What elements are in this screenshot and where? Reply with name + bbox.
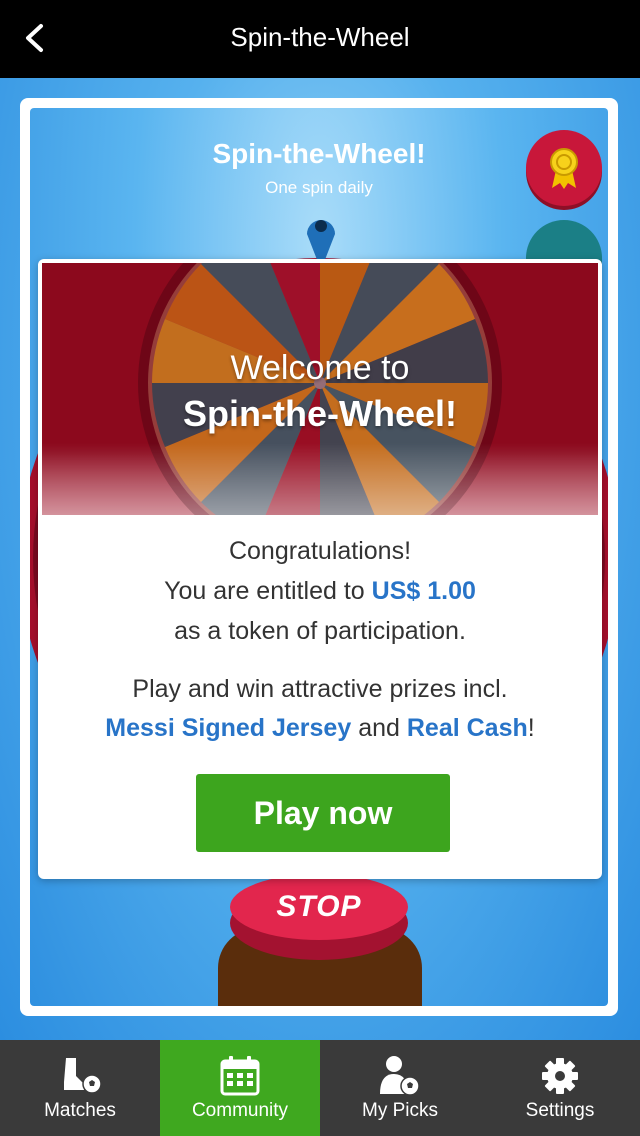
tab-matches-label: Matches bbox=[44, 1100, 116, 1121]
awards-button[interactable] bbox=[526, 130, 602, 206]
tab-settings[interactable]: Settings bbox=[480, 1040, 640, 1136]
game-title: Spin-the-Wheel! bbox=[212, 138, 426, 169]
prize-cash-link[interactable]: Real Cash bbox=[407, 714, 528, 742]
stop-button[interactable]: STOP bbox=[230, 874, 408, 940]
tab-matches[interactable]: Matches bbox=[0, 1040, 160, 1136]
play-now-button[interactable]: Play now bbox=[196, 774, 450, 852]
entitled-text: You are entitled to US$ 1.00 bbox=[38, 577, 602, 606]
banner-title-text: Spin-the-Wheel! bbox=[183, 393, 457, 434]
tab-my-picks[interactable]: My Picks bbox=[320, 1040, 480, 1136]
welcome-banner: Welcome to Spin-the-Wheel! bbox=[42, 263, 598, 515]
page-title: Spin-the-Wheel bbox=[230, 22, 410, 52]
cleat-ball-icon bbox=[64, 1058, 102, 1094]
tab-community[interactable]: Community bbox=[160, 1040, 320, 1136]
tab-community-label: Community bbox=[191, 1100, 289, 1121]
and-text: and bbox=[351, 714, 407, 742]
prize-jersey-link[interactable]: Messi Signed Jersey bbox=[105, 714, 351, 742]
welcome-dialog: Welcome to Spin-the-Wheel! Congratulatio… bbox=[38, 259, 602, 879]
game-subtitle: One spin daily bbox=[265, 178, 373, 197]
tab-settings-label: Settings bbox=[525, 1100, 595, 1121]
bottom-tab-bar: Matches Community My Picks Settings bbox=[0, 1040, 640, 1136]
reward-amount: US$ 1.00 bbox=[371, 577, 476, 605]
calendar-icon bbox=[220, 1056, 260, 1096]
gear-icon bbox=[542, 1058, 578, 1094]
wheel-illustration bbox=[42, 263, 598, 515]
person-ball-icon bbox=[380, 1056, 420, 1096]
prizes-intro-text: Play and win attractive prizes incl. bbox=[132, 675, 508, 703]
top-bar: Spin-the-Wheel bbox=[0, 0, 640, 78]
ribbon-award-icon bbox=[550, 148, 578, 189]
banner-welcome-text: Welcome to bbox=[230, 349, 410, 387]
congrats-text: Congratulations! bbox=[228, 537, 412, 565]
token-text: as a token of participation. bbox=[174, 617, 466, 645]
entitled-prefix: You are entitled to bbox=[164, 577, 372, 605]
prizes-list-text: Messi Signed Jersey and Real Cash! bbox=[38, 714, 602, 743]
tab-my-picks-label: My Picks bbox=[362, 1100, 438, 1121]
stop-label: STOP bbox=[276, 890, 362, 923]
exclamation-text: ! bbox=[527, 714, 535, 742]
